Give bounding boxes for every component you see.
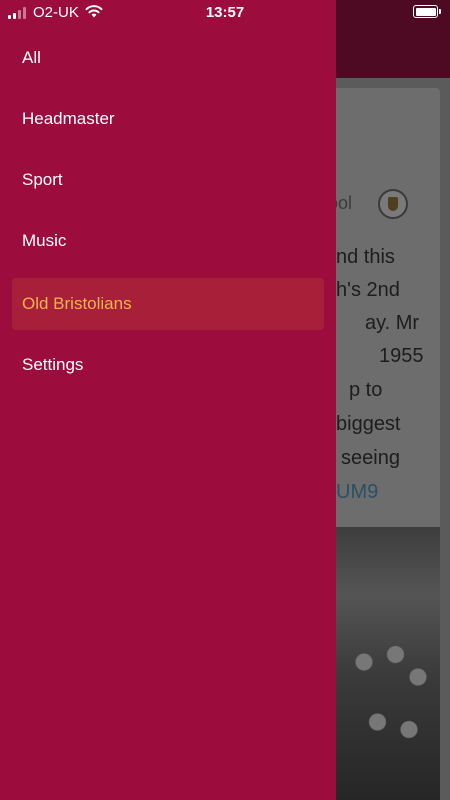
navigation-drawer: All Headmaster Sport Music Old Bristolia… bbox=[0, 0, 336, 800]
post-link[interactable]: UM9 bbox=[336, 476, 378, 509]
post-text-line: biggest bbox=[336, 413, 401, 435]
menu-item-all[interactable]: All bbox=[12, 32, 324, 84]
battery-icon bbox=[413, 5, 441, 18]
menu-item-old-bristolians[interactable]: Old Bristolians bbox=[12, 278, 324, 330]
post-text-line: 1955 bbox=[379, 345, 424, 367]
status-bar: O2-UK 13:57 bbox=[0, 0, 450, 26]
post-text-line: ay. Mr bbox=[365, 312, 420, 334]
menu-item-sport[interactable]: Sport bbox=[12, 154, 324, 206]
post-text-line: seeing bbox=[341, 447, 400, 469]
menu-item-music[interactable]: Music bbox=[12, 215, 324, 267]
clock: 13:57 bbox=[205, 4, 245, 21]
post-text-line: nd this bbox=[336, 246, 395, 268]
post-text-line: p to bbox=[349, 379, 383, 401]
post-text-line: h's 2nd bbox=[336, 279, 400, 301]
menu-item-headmaster[interactable]: Headmaster bbox=[12, 93, 324, 145]
post-photo bbox=[336, 527, 440, 800]
school-crest-icon bbox=[378, 189, 408, 219]
menu-item-settings[interactable]: Settings bbox=[12, 339, 324, 391]
